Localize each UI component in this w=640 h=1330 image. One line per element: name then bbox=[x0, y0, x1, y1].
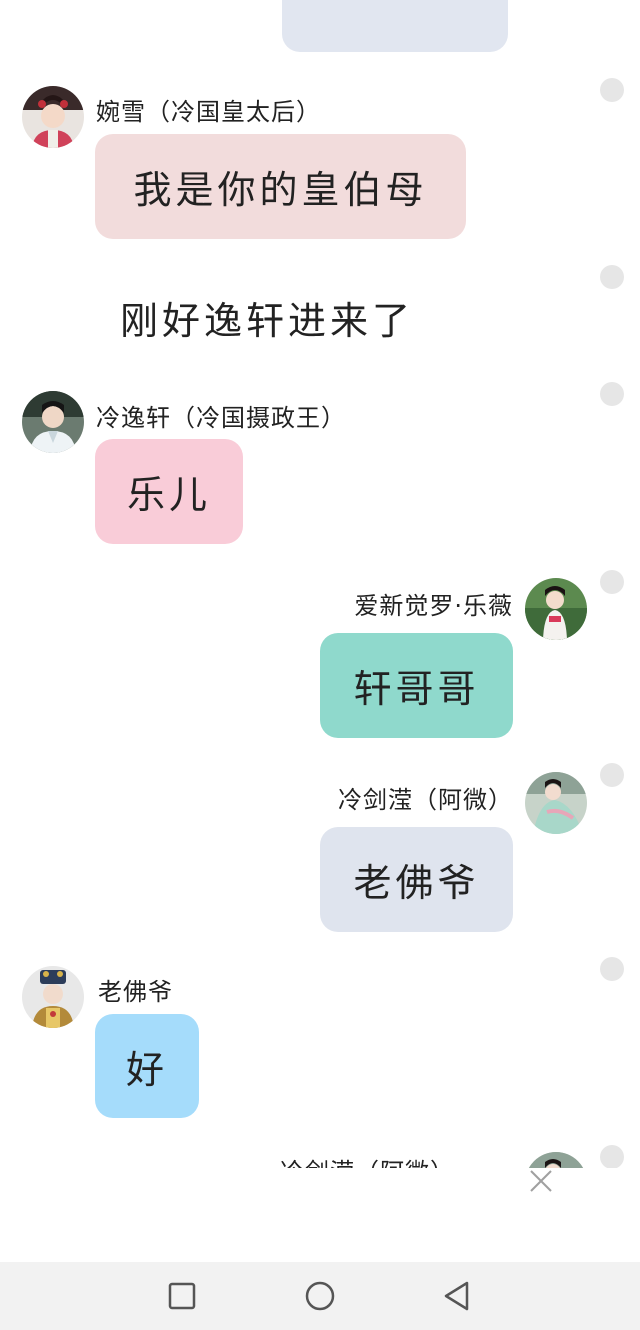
sender-name: 老佛爷 bbox=[98, 978, 173, 1006]
narration-text[interactable]: 刚好逸轩进来了 bbox=[120, 290, 414, 345]
circle-home-icon[interactable] bbox=[303, 1279, 337, 1313]
message-bubble[interactable]: 老佛爷 bbox=[320, 827, 513, 932]
select-radio[interactable] bbox=[600, 78, 624, 102]
message-bubble[interactable]: 好 bbox=[95, 1014, 199, 1118]
select-radio[interactable] bbox=[600, 1145, 624, 1168]
message-bubble[interactable]: 轩哥哥 bbox=[320, 633, 513, 738]
sender-name: 冷剑滢（阿微） bbox=[280, 1152, 455, 1168]
avatar-wanxue-icon[interactable] bbox=[22, 86, 84, 148]
select-radio[interactable] bbox=[600, 957, 624, 981]
select-radio[interactable] bbox=[600, 265, 624, 289]
message-bubble[interactable]: 我是你的皇伯母 bbox=[95, 134, 466, 239]
select-radio[interactable] bbox=[600, 382, 624, 406]
navigation-bar bbox=[0, 1262, 640, 1330]
avatar-lewei-icon[interactable] bbox=[525, 578, 587, 640]
avatar-jianying-icon[interactable] bbox=[525, 772, 587, 834]
select-radio[interactable] bbox=[600, 570, 624, 594]
sender-name: 冷剑滢（阿微） bbox=[338, 786, 513, 814]
previous-message-bubble bbox=[282, 0, 508, 52]
sender-name: 冷逸轩（冷国摄政王） bbox=[96, 404, 346, 432]
sender-name: 爱新觉罗·乐薇 bbox=[354, 592, 513, 620]
select-radio[interactable] bbox=[600, 763, 624, 787]
avatar-yixuan-icon[interactable] bbox=[22, 391, 84, 453]
close-icon[interactable] bbox=[526, 1166, 556, 1196]
triangle-back-icon[interactable] bbox=[440, 1279, 474, 1313]
square-recent-apps-icon[interactable] bbox=[165, 1279, 199, 1313]
message-bubble[interactable]: 乐儿 bbox=[95, 439, 243, 544]
chat-area: 婉雪（冷国皇太后） 我是你的皇伯母 刚好逸轩进来了 冷逸轩（冷国摄政王） 乐儿 … bbox=[0, 0, 640, 1168]
avatar-laofoye-icon[interactable] bbox=[22, 966, 84, 1028]
sender-name: 婉雪（冷国皇太后） bbox=[96, 98, 321, 126]
